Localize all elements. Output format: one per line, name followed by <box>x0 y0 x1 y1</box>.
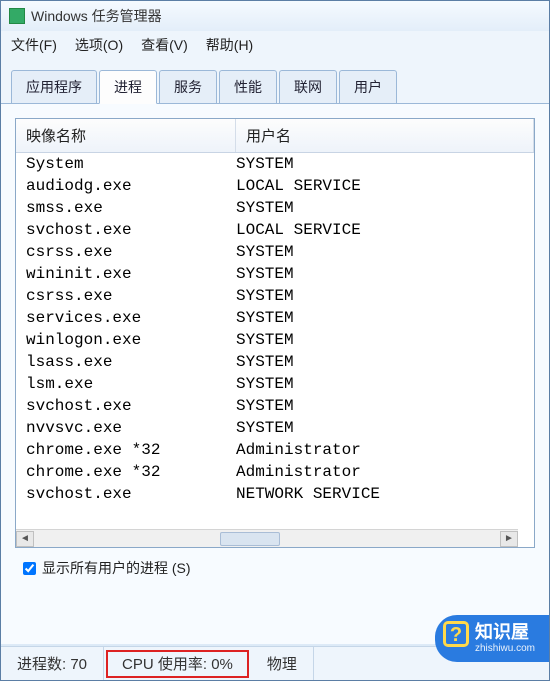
cell-image-name: svchost.exe <box>26 485 236 503</box>
cell-user-name: SYSTEM <box>236 265 524 283</box>
menu-options[interactable]: 选项(O) <box>75 35 123 55</box>
table-row[interactable]: wininit.exeSYSTEM <box>16 263 534 285</box>
menubar: 文件(F) 选项(O) 查看(V) 帮助(H) <box>1 31 549 59</box>
cell-image-name: winlogon.exe <box>26 331 236 349</box>
tab-processes[interactable]: 进程 <box>99 70 157 104</box>
menu-file[interactable]: 文件(F) <box>11 35 57 55</box>
menu-help[interactable]: 帮助(H) <box>206 35 253 55</box>
cell-image-name: lsm.exe <box>26 375 236 393</box>
show-all-users-label: 显示所有用户的进程 (S) <box>42 558 191 578</box>
table-row[interactable]: smss.exeSYSTEM <box>16 197 534 219</box>
cell-user-name: SYSTEM <box>236 309 524 327</box>
cell-image-name: svchost.exe <box>26 397 236 415</box>
cell-image-name: lsass.exe <box>26 353 236 371</box>
cell-image-name: wininit.exe <box>26 265 236 283</box>
cell-image-name: csrss.exe <box>26 243 236 261</box>
cell-user-name: Administrator <box>236 463 524 481</box>
show-all-users-row: 显示所有用户的进程 (S) <box>15 548 535 582</box>
tab-services[interactable]: 服务 <box>159 70 217 103</box>
watermark-icon: ? <box>443 621 469 647</box>
cell-user-name: SYSTEM <box>236 287 524 305</box>
cell-user-name: SYSTEM <box>236 155 524 173</box>
watermark-title: 知识屋 <box>475 623 529 643</box>
cell-image-name: chrome.exe *32 <box>26 441 236 459</box>
cell-image-name: nvvsvc.exe <box>26 419 236 437</box>
titlebar[interactable]: Windows 任务管理器 <box>1 1 549 31</box>
cell-image-name: audiodg.exe <box>26 177 236 195</box>
cell-user-name: SYSTEM <box>236 331 524 349</box>
cell-image-name: System <box>26 155 236 173</box>
cell-image-name: csrss.exe <box>26 287 236 305</box>
cell-user-name: SYSTEM <box>236 199 524 217</box>
show-all-users-checkbox[interactable] <box>23 562 36 575</box>
list-body[interactable]: SystemSYSTEMaudiodg.exeLOCAL SERVICEsmss… <box>16 153 534 533</box>
tab-networking[interactable]: 联网 <box>279 70 337 103</box>
table-row[interactable]: csrss.exeSYSTEM <box>16 285 534 307</box>
scroll-thumb[interactable] <box>220 532 280 546</box>
status-physical-memory: 物理 <box>251 647 314 680</box>
cell-user-name: SYSTEM <box>236 353 524 371</box>
tab-content: 映像名称 用户名 SystemSYSTEMaudiodg.exeLOCAL SE… <box>1 104 549 644</box>
status-process-count: 进程数: 70 <box>1 647 104 680</box>
cell-user-name: LOCAL SERVICE <box>236 177 524 195</box>
cell-image-name: svchost.exe <box>26 221 236 239</box>
task-manager-window: Windows 任务管理器 文件(F) 选项(O) 查看(V) 帮助(H) 应用… <box>0 0 550 681</box>
watermark-badge: ? 知识屋 zhishiwu.com <box>435 615 549 662</box>
tab-users[interactable]: 用户 <box>339 70 397 103</box>
cell-user-name: SYSTEM <box>236 419 524 437</box>
process-list: 映像名称 用户名 SystemSYSTEMaudiodg.exeLOCAL SE… <box>15 118 535 548</box>
tab-performance[interactable]: 性能 <box>219 70 277 103</box>
list-header: 映像名称 用户名 <box>16 119 534 153</box>
horizontal-scrollbar[interactable]: ◄ ► <box>16 529 518 547</box>
scroll-track[interactable] <box>34 531 500 547</box>
table-row[interactable]: audiodg.exeLOCAL SERVICE <box>16 175 534 197</box>
table-row[interactable]: winlogon.exeSYSTEM <box>16 329 534 351</box>
cell-user-name: LOCAL SERVICE <box>236 221 524 239</box>
column-user-name[interactable]: 用户名 <box>236 119 534 152</box>
table-row[interactable]: svchost.exeLOCAL SERVICE <box>16 219 534 241</box>
cell-user-name: NETWORK SERVICE <box>236 485 524 503</box>
cell-image-name: chrome.exe *32 <box>26 463 236 481</box>
watermark-url: zhishiwu.com <box>475 643 535 654</box>
table-row[interactable]: chrome.exe *32Administrator <box>16 439 534 461</box>
table-row[interactable]: chrome.exe *32Administrator <box>16 461 534 483</box>
table-row[interactable]: SystemSYSTEM <box>16 153 534 175</box>
menu-view[interactable]: 查看(V) <box>141 35 188 55</box>
cell-user-name: SYSTEM <box>236 243 524 261</box>
cell-user-name: SYSTEM <box>236 397 524 415</box>
table-row[interactable]: csrss.exeSYSTEM <box>16 241 534 263</box>
scroll-left-arrow-icon[interactable]: ◄ <box>16 531 34 547</box>
status-cpu-usage: CPU 使用率: 0% <box>106 650 249 678</box>
table-row[interactable]: nvvsvc.exeSYSTEM <box>16 417 534 439</box>
cell-user-name: Administrator <box>236 441 524 459</box>
table-row[interactable]: services.exeSYSTEM <box>16 307 534 329</box>
cell-image-name: services.exe <box>26 309 236 327</box>
table-row[interactable]: svchost.exeNETWORK SERVICE <box>16 483 534 505</box>
table-row[interactable]: lsass.exeSYSTEM <box>16 351 534 373</box>
scroll-right-arrow-icon[interactable]: ► <box>500 531 518 547</box>
table-row[interactable]: svchost.exeSYSTEM <box>16 395 534 417</box>
tab-strip: 应用程序 进程 服务 性能 联网 用户 <box>1 59 549 104</box>
app-icon <box>9 8 25 24</box>
cell-user-name: SYSTEM <box>236 375 524 393</box>
column-image-name[interactable]: 映像名称 <box>16 119 236 152</box>
window-title: Windows 任务管理器 <box>31 6 162 26</box>
tab-applications[interactable]: 应用程序 <box>11 70 97 103</box>
table-row[interactable]: lsm.exeSYSTEM <box>16 373 534 395</box>
cell-image-name: smss.exe <box>26 199 236 217</box>
